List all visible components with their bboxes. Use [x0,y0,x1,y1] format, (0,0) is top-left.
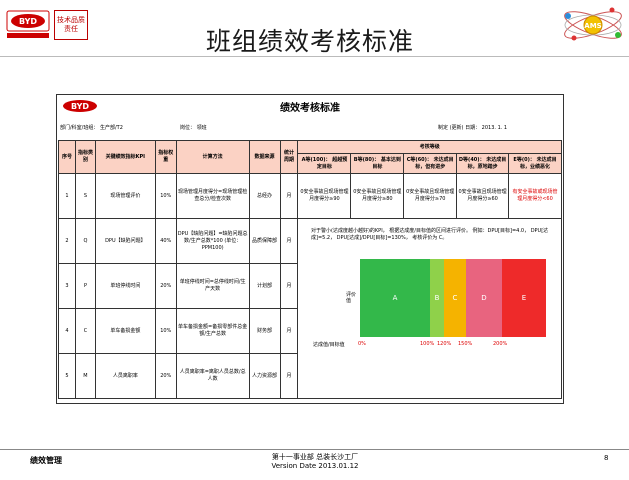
post-info: 岗位： 领班 [180,125,207,131]
level-b: B等(80)： 基本达到目标 [350,153,405,174]
ams-label: AMS [584,22,601,30]
grade-cell: 0安全事故且现场管理月度得分≥60 [456,173,510,219]
row-method: DPU【缺陷问题】=缺陷问题总数/生产总数*100 (单位：PPM100) [175,218,250,264]
footer-center: 第十一事业部 总装长沙工厂 Version Date 2013.01.12 [230,453,400,471]
row-period: 月 [279,173,299,219]
table-row: 1 S 现场管理评价 10% 现场管理月度得分=现场管理检查总分/检查次数 总经… [58,173,562,219]
grade-cell: 0安全事故且现场管理月度得分≥70 [403,173,458,219]
dept-info: 部门/科室/班组： 生产部/T2 [60,125,123,131]
doc-info-row: 部门/科室/班组： 生产部/T2 岗位： 领班 制定 (更新) 日期： 2013… [60,124,560,134]
footer-divider [0,449,629,450]
row-category: S [74,173,96,219]
tick-label: 100% [420,341,435,347]
motto-stamp: 技术品质责任 [54,10,88,40]
row-weight: 40% [154,218,177,264]
hdr-grade: 考核等级 [297,140,562,154]
hdr-source: 数据来源 [248,140,281,174]
row-weight: 20% [154,263,177,309]
hdr-period: 统计周期 [279,140,299,174]
doc-title: 绩效考核标准 [280,103,340,114]
row-kpi: 单车备损金额 [94,308,156,354]
row-category: M [74,353,96,399]
row-period: 月 [279,218,299,264]
tick-label: 200% [493,341,508,347]
footer-version: Version Date 2013.01.12 [271,462,359,470]
level-c: C等(60)： 未达成目标，但有进步 [403,153,458,174]
ams-atom-logo: AMS [560,2,626,48]
band-e: E [502,259,546,337]
row-seq: 1 [58,173,76,219]
page-number: 8 [604,454,609,462]
svg-text:BYD: BYD [19,17,37,26]
grade-cell: 有安全事故或现场管理月度得分<60 [508,173,562,219]
level-a: A等(100)： 超越预定目标 [297,153,352,174]
row-seq: 3 [58,263,76,309]
row-category: C [74,308,96,354]
row-kpi: 单班停线时间 [94,263,156,309]
footer-org: 第十一事业部 总装长沙工厂 [271,453,359,461]
row-period: 月 [279,308,299,354]
row-source: 财务部 [248,308,281,354]
row-method: 单车备损金额=备损零部件总金额/生产总数 [175,308,250,354]
doc-logo-text: BYD [71,102,89,111]
row-category: Q [74,218,96,264]
page-title: 班组绩效考核标准 [205,27,414,56]
row-kpi: 现场管理评价 [94,173,156,219]
grade-cell: 0安全事故且现场管理月度得分≥90 [297,173,352,219]
tick-label: 120% [437,341,452,347]
row-source: 计划部 [248,263,281,309]
row-kpi: 人员离职率 [94,353,156,399]
row-kpi: DPU【缺陷问题】 [94,218,156,264]
row-source: 总经办 [248,173,281,219]
chart-y-label: 评价值 [346,292,357,304]
row-period: 月 [279,263,299,309]
row-seq: 2 [58,218,76,264]
byd-logo: BYD [6,10,50,40]
header-divider [0,56,629,57]
row-source: 品质保障部 [248,218,281,264]
level-d: D等(40)： 未达成目标，原地踏步 [456,153,510,174]
grade-cell: 0安全事故且现场管理月度得分≥80 [350,173,405,219]
doc-byd-logo: BYD [62,98,98,112]
row-seq: 5 [58,353,76,399]
row-weight: 10% [154,173,177,219]
band-c: C [444,259,466,337]
row-period: 月 [279,353,299,399]
row-source: 人力资源部 [248,353,281,399]
hdr-method: 计算方法 [175,140,250,174]
hdr-category: 指标类别 [74,140,96,174]
hdr-kpi: 关键绩效指标KPI [94,140,156,174]
band-a: A [360,259,430,337]
row-category: P [74,263,96,309]
band-d: D [466,259,502,337]
band-b: B [430,259,444,337]
row-method: 现场管理月度得分=现场管理检查总分/检查次数 [175,173,250,219]
evaluation-note: 对于警小(达成度越小越好)的KPI， 根据达成度/目标值的区间进行评价。 例如：… [311,228,549,241]
hdr-seq: 序号 [58,140,76,174]
footer-section: 绩效管理 [30,456,62,465]
hdr-weight: 指标权重 [154,140,177,174]
chart-x-label: 达成值/目标值 [313,342,345,348]
row-weight: 10% [154,308,177,354]
tick-label: 150% [458,341,473,347]
date-info: 制定 (更新) 日期： 2013. 1. 1 [438,125,508,131]
row-method: 人员离职率=离职人员总数/总人数 [175,353,250,399]
row-seq: 4 [58,308,76,354]
tick-label: 0% [358,341,366,347]
level-e: E等(0)： 未达成目标，业绩恶化 [508,153,562,174]
row-method: 单班停线时间=总停线时间/生产天数 [175,263,250,309]
row-weight: 20% [154,353,177,399]
